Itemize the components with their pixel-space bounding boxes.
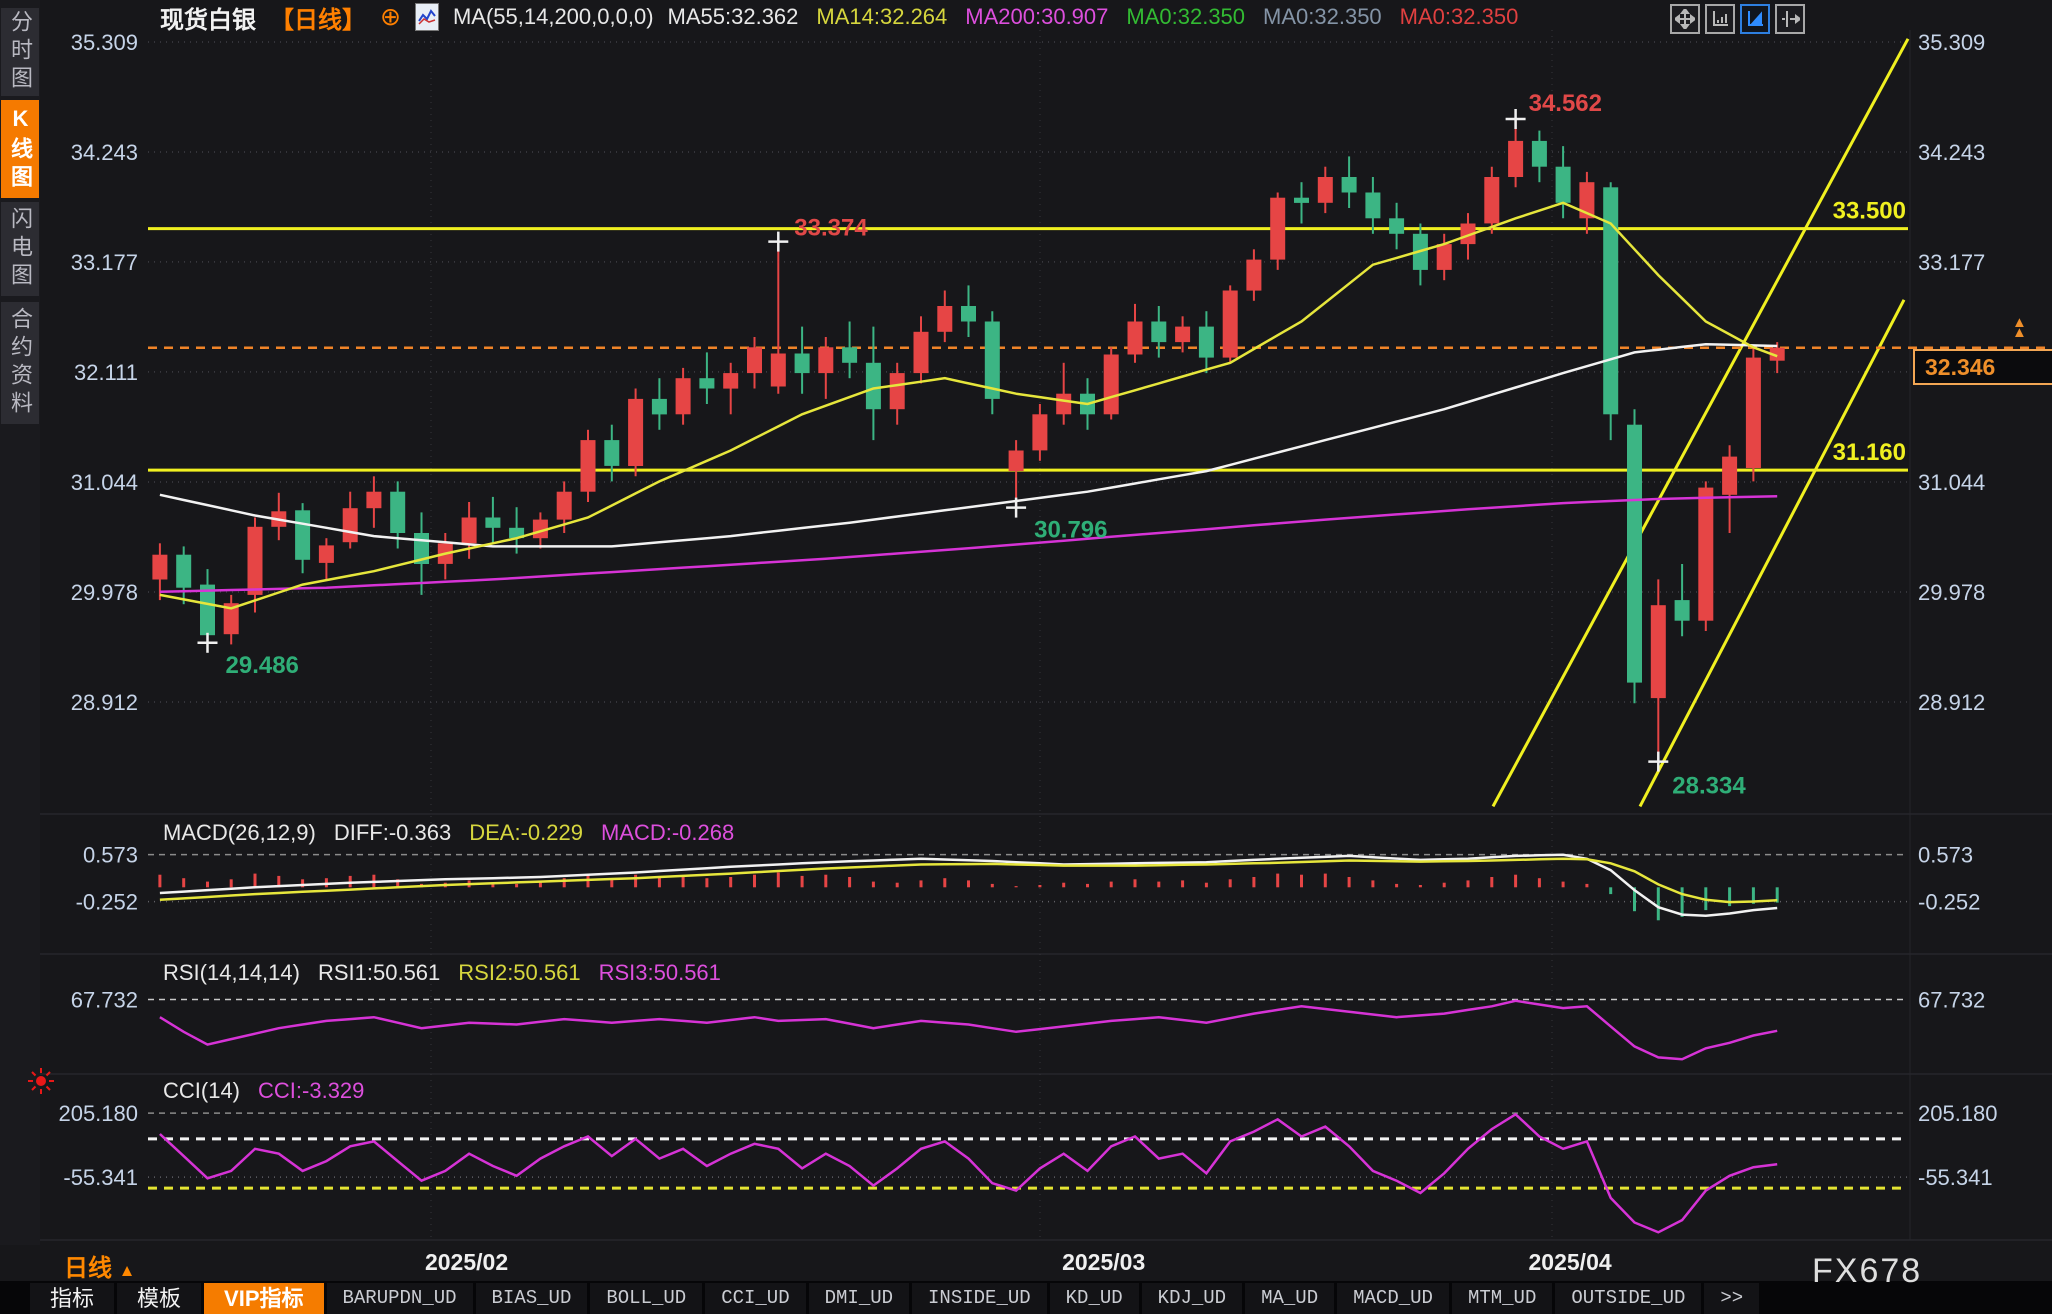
period-up-arrow-icon: ▲ bbox=[119, 1261, 136, 1280]
ma-legend-item: MA14:32.264 bbox=[816, 4, 947, 30]
chart-header: 现货白银 【日线】 ⊕ MA(55,14,200,0,0,0) MA55:32.… bbox=[160, 2, 1518, 32]
svg-text:29.978: 29.978 bbox=[1918, 580, 1985, 605]
indicator-tab[interactable]: MACD_UD bbox=[1337, 1283, 1449, 1314]
indicator-legend-item: DEA:-0.229 bbox=[469, 820, 583, 846]
svg-text:34.243: 34.243 bbox=[1918, 140, 1985, 165]
indicator-tab[interactable]: OUTSIDE_UD bbox=[1555, 1283, 1701, 1314]
indicator-legend-item: RSI3:50.561 bbox=[599, 960, 721, 986]
indicator-tab[interactable]: KD_UD bbox=[1050, 1283, 1139, 1314]
trading-app: 35.309 35.309 34.243 34.243 33.177 33.177 32.1… bbox=[0, 0, 2052, 1314]
indicator-tab[interactable]: MTM_UD bbox=[1452, 1283, 1552, 1314]
indicator-legend-item: RSI(14,14,14) bbox=[163, 960, 300, 986]
svg-text:0.573: 0.573 bbox=[1918, 843, 1973, 868]
indicator-legend-item: MACD:-0.268 bbox=[601, 820, 734, 846]
indicator-tabbar: 指标模板VIP指标BARUPDN_UDBIAS_UDBOLL_UDCCI_UDD… bbox=[30, 1283, 1759, 1314]
shift-chart-icon[interactable] bbox=[1775, 4, 1805, 34]
chart-type-icon[interactable] bbox=[415, 3, 439, 31]
svg-text:67.732: 67.732 bbox=[71, 988, 138, 1013]
indicator-tab[interactable]: BIAS_UD bbox=[476, 1283, 588, 1314]
svg-text:34.562: 34.562 bbox=[1529, 90, 1602, 117]
ma-legend: MA55:32.362 MA14:32.264 MA200:30.907 MA0:32… bbox=[668, 4, 1519, 30]
price-up-arrows-icon: ▲▲ bbox=[2012, 318, 2027, 338]
indicator-tab[interactable]: INSIDE_UD bbox=[912, 1283, 1047, 1314]
svg-text:30.796: 30.796 bbox=[1034, 517, 1107, 544]
indicator-tab[interactable]: >> bbox=[1704, 1283, 1759, 1314]
svg-text:33.500: 33.500 bbox=[1833, 198, 1906, 225]
indicator-tab[interactable]: DMI_UD bbox=[809, 1283, 909, 1314]
period-badge[interactable]: 【日线】 bbox=[270, 0, 366, 35]
ma-settings-label: MA(55,14,200,0,0,0) bbox=[453, 4, 654, 30]
indicator-tab[interactable]: BOLL_UD bbox=[590, 1283, 702, 1314]
macd-legend: MACD(26,12,9) DIFF:-0.363 DEA:-0.229 MACD:-… bbox=[163, 820, 734, 846]
svg-text:33.177: 33.177 bbox=[71, 250, 138, 275]
rsi-legend: RSI(14,14,14) RSI1:50.561 RSI2:50.561 RSI3:… bbox=[163, 960, 721, 986]
svg-text:28.334: 28.334 bbox=[1672, 773, 1746, 800]
current-price-box: 32.346 bbox=[1913, 349, 2052, 385]
x-axis-month-label: 2025/03 bbox=[1062, 1249, 1145, 1276]
svg-text:67.732: 67.732 bbox=[1918, 988, 1985, 1013]
chart-toolbar bbox=[1670, 4, 1805, 34]
sidebar-item-4[interactable]: 合约资料 bbox=[1, 302, 39, 424]
ma-legend-item: MA0:32.350 bbox=[1263, 4, 1382, 30]
ma-legend-item: MA200:30.907 bbox=[965, 4, 1108, 30]
indicator-tab[interactable]: KDJ_UD bbox=[1142, 1283, 1242, 1314]
indicator-legend-item: CCI(14) bbox=[163, 1078, 240, 1104]
indicator-tab[interactable]: 模板 bbox=[117, 1283, 201, 1314]
svg-text:205.180: 205.180 bbox=[1918, 1101, 1998, 1126]
svg-text:28.912: 28.912 bbox=[71, 690, 138, 715]
alarm-icon[interactable] bbox=[26, 1066, 56, 1101]
svg-text:31.044: 31.044 bbox=[1918, 470, 1985, 495]
svg-text:0.573: 0.573 bbox=[83, 843, 138, 868]
period-selector-label: 日线 bbox=[64, 1255, 112, 1282]
watermark: FX678 bbox=[1812, 1252, 1922, 1291]
svg-text:31.160: 31.160 bbox=[1833, 439, 1906, 466]
svg-text:-55.341: -55.341 bbox=[63, 1165, 138, 1190]
axis-auto-icon[interactable] bbox=[1740, 4, 1770, 34]
add-indicator-icon[interactable]: ⊕ bbox=[380, 5, 401, 29]
x-axis-month-label: 2025/02 bbox=[425, 1249, 508, 1276]
indicator-tab[interactable]: VIP指标 bbox=[204, 1283, 323, 1314]
axis-scale-icon[interactable] bbox=[1705, 4, 1735, 34]
instrument-title: 现货白银 bbox=[160, 0, 256, 35]
crosshair-move-icon[interactable] bbox=[1670, 4, 1700, 34]
indicator-tab[interactable]: MA_UD bbox=[1245, 1283, 1334, 1314]
sidebar-item-1[interactable]: 分时图 bbox=[1, 8, 39, 96]
svg-text:28.912: 28.912 bbox=[1918, 690, 1985, 715]
svg-text:33.177: 33.177 bbox=[1918, 250, 1985, 275]
svg-text:-0.252: -0.252 bbox=[76, 890, 138, 915]
indicator-legend-item: RSI1:50.561 bbox=[318, 960, 440, 986]
indicator-legend-item: RSI2:50.561 bbox=[458, 960, 580, 986]
indicator-tab[interactable]: CCI_UD bbox=[705, 1283, 805, 1314]
chart-canvas: 35.309 35.309 34.243 34.243 33.177 33.177 32.1… bbox=[0, 0, 2052, 1314]
svg-text:35.309: 35.309 bbox=[71, 30, 138, 55]
indicator-legend-item: DIFF:-0.363 bbox=[334, 820, 451, 846]
svg-text:32.111: 32.111 bbox=[74, 360, 138, 385]
svg-text:205.180: 205.180 bbox=[58, 1101, 138, 1126]
period-selector[interactable]: 日线 ▲ bbox=[64, 1248, 136, 1283]
indicator-legend-item: MACD(26,12,9) bbox=[163, 820, 316, 846]
ma-legend-item: MA0:32.350 bbox=[1126, 4, 1245, 30]
svg-text:34.243: 34.243 bbox=[71, 140, 138, 165]
svg-text:29.486: 29.486 bbox=[226, 652, 299, 679]
indicator-tab[interactable]: BARUPDN_UD bbox=[327, 1283, 473, 1314]
svg-text:29.978: 29.978 bbox=[71, 580, 138, 605]
sidebar: 分时图 K线图闪电图合约资料 bbox=[0, 0, 40, 1245]
svg-text:33.374: 33.374 bbox=[794, 215, 868, 242]
ma-legend-item: MA0:32.350 bbox=[1400, 4, 1519, 30]
svg-text:-0.252: -0.252 bbox=[1918, 890, 1980, 915]
indicator-legend-item: CCI:-3.329 bbox=[258, 1078, 364, 1104]
sidebar-item-2[interactable]: K线图 bbox=[1, 100, 39, 198]
x-axis-month-label: 2025/04 bbox=[1529, 1249, 1612, 1276]
svg-text:35.309: 35.309 bbox=[1918, 30, 1985, 55]
svg-text:-55.341: -55.341 bbox=[1918, 1165, 1993, 1190]
indicator-tab[interactable]: 指标 bbox=[30, 1283, 114, 1314]
ma-legend-item: MA55:32.362 bbox=[668, 4, 799, 30]
svg-text:31.044: 31.044 bbox=[71, 470, 138, 495]
sidebar-item-3[interactable]: 闪电图 bbox=[1, 202, 39, 296]
cci-legend: CCI(14) CCI:-3.329 bbox=[163, 1078, 364, 1104]
